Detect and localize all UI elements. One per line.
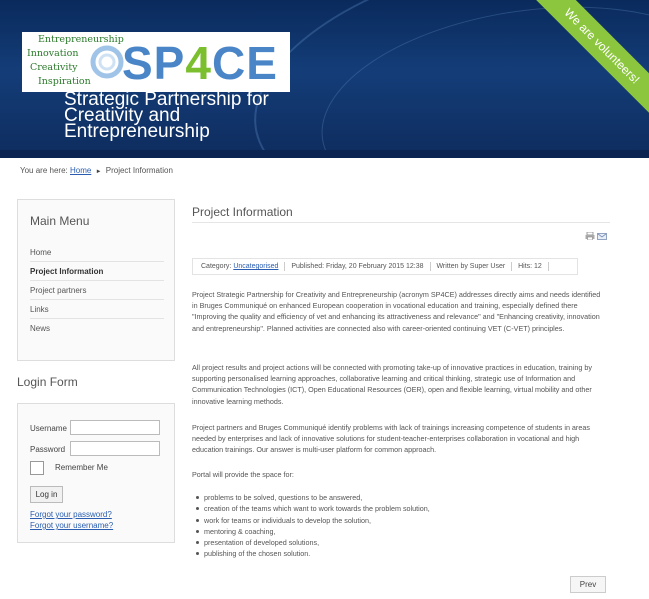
hits: Hits: 12: [518, 263, 542, 270]
list-item: work for teams or individuals to develop…: [192, 515, 606, 526]
logo-word: Creativity: [30, 62, 78, 73]
main-menu-module: Main Menu Home Project Information Proje…: [17, 199, 175, 361]
logo-word: Innovation: [27, 48, 79, 59]
article-paragraph: Project partners and Bruges Communiqué i…: [192, 423, 590, 455]
page-title: Project Information: [192, 205, 293, 219]
password-label: Password: [30, 445, 66, 454]
menu-item-news[interactable]: News: [30, 319, 164, 338]
site-logo[interactable]: Entrepreneurship Innovation Creativity I…: [22, 32, 290, 92]
header-bottom-bar: [0, 150, 649, 158]
breadcrumb-prefix: You are here:: [20, 166, 68, 175]
breadcrumb: You are here: Home ► Project Information: [20, 166, 173, 175]
logo-ce: CE: [211, 37, 278, 89]
login-form: Username Password Remember Me Log in For…: [17, 403, 175, 543]
breadcrumb-home-link[interactable]: Home: [70, 166, 91, 175]
menu-item-project-partners[interactable]: Project partners: [30, 281, 164, 300]
forgot-username-link[interactable]: Forgot your username?: [30, 521, 113, 530]
remember-me-checkbox[interactable]: [30, 461, 44, 475]
main-menu-list: Home Project Information Project partner…: [30, 243, 164, 338]
article-paragraph: All project results and project actions …: [192, 363, 592, 406]
category-link[interactable]: Uncategorised: [233, 263, 278, 270]
menu-item-project-information[interactable]: Project Information: [30, 262, 164, 281]
breadcrumb-current: Project Information: [105, 166, 173, 175]
info-divider: [511, 261, 513, 271]
portal-features-list: problems to be solved, questions to be a…: [192, 492, 606, 560]
logo-four: 4: [185, 37, 212, 89]
menu-item-links[interactable]: Links: [30, 300, 164, 319]
list-item: publishing of the chosen solution.: [192, 548, 606, 559]
logo-sp: SP: [122, 37, 186, 89]
list-item: problems to be solved, questions to be a…: [192, 492, 606, 503]
main-menu-title: Main Menu: [30, 214, 90, 228]
login-form-title: Login Form: [17, 375, 78, 389]
logo-text: SP4CE: [122, 36, 278, 90]
info-divider: [284, 261, 286, 271]
logo-word: Inspiration: [38, 76, 91, 87]
article-info-bar: Category: Uncategorised Published: Frida…: [192, 258, 578, 275]
logo-swirl-icon: [90, 45, 124, 79]
info-divider: [429, 261, 431, 271]
username-label: Username: [30, 424, 67, 433]
author: Written by Super User: [436, 263, 506, 270]
title-divider: [192, 222, 610, 223]
site-header: Entrepreneurship Innovation Creativity I…: [0, 0, 649, 158]
print-icon[interactable]: [585, 232, 595, 240]
category-label: Category:: [201, 263, 232, 270]
forgot-password-link[interactable]: Forgot your password?: [30, 510, 112, 519]
login-button[interactable]: Log in: [30, 486, 63, 503]
breadcrumb-separator-icon: ►: [95, 169, 102, 175]
site-title: Strategic Partnership for Creativity and…: [64, 89, 269, 142]
username-input[interactable]: [70, 420, 160, 435]
prev-button[interactable]: Prev: [570, 576, 606, 593]
published-date: Published: Friday, 20 February 2015 12:3…: [291, 263, 424, 270]
list-item: presentation of developed solutions,: [192, 537, 606, 548]
info-divider: [547, 261, 549, 271]
list-item: mentoring & coaching,: [192, 526, 606, 537]
email-icon[interactable]: [597, 233, 607, 240]
menu-item-home[interactable]: Home: [30, 243, 164, 262]
remember-me-label: Remember Me: [55, 463, 108, 472]
list-item: creation of the teams which want to work…: [192, 503, 606, 514]
article-paragraph: Portal will provide the space for:: [192, 470, 294, 479]
article-paragraph: Project Strategic Partnership for Creati…: [192, 290, 601, 333]
password-input[interactable]: [70, 441, 160, 456]
